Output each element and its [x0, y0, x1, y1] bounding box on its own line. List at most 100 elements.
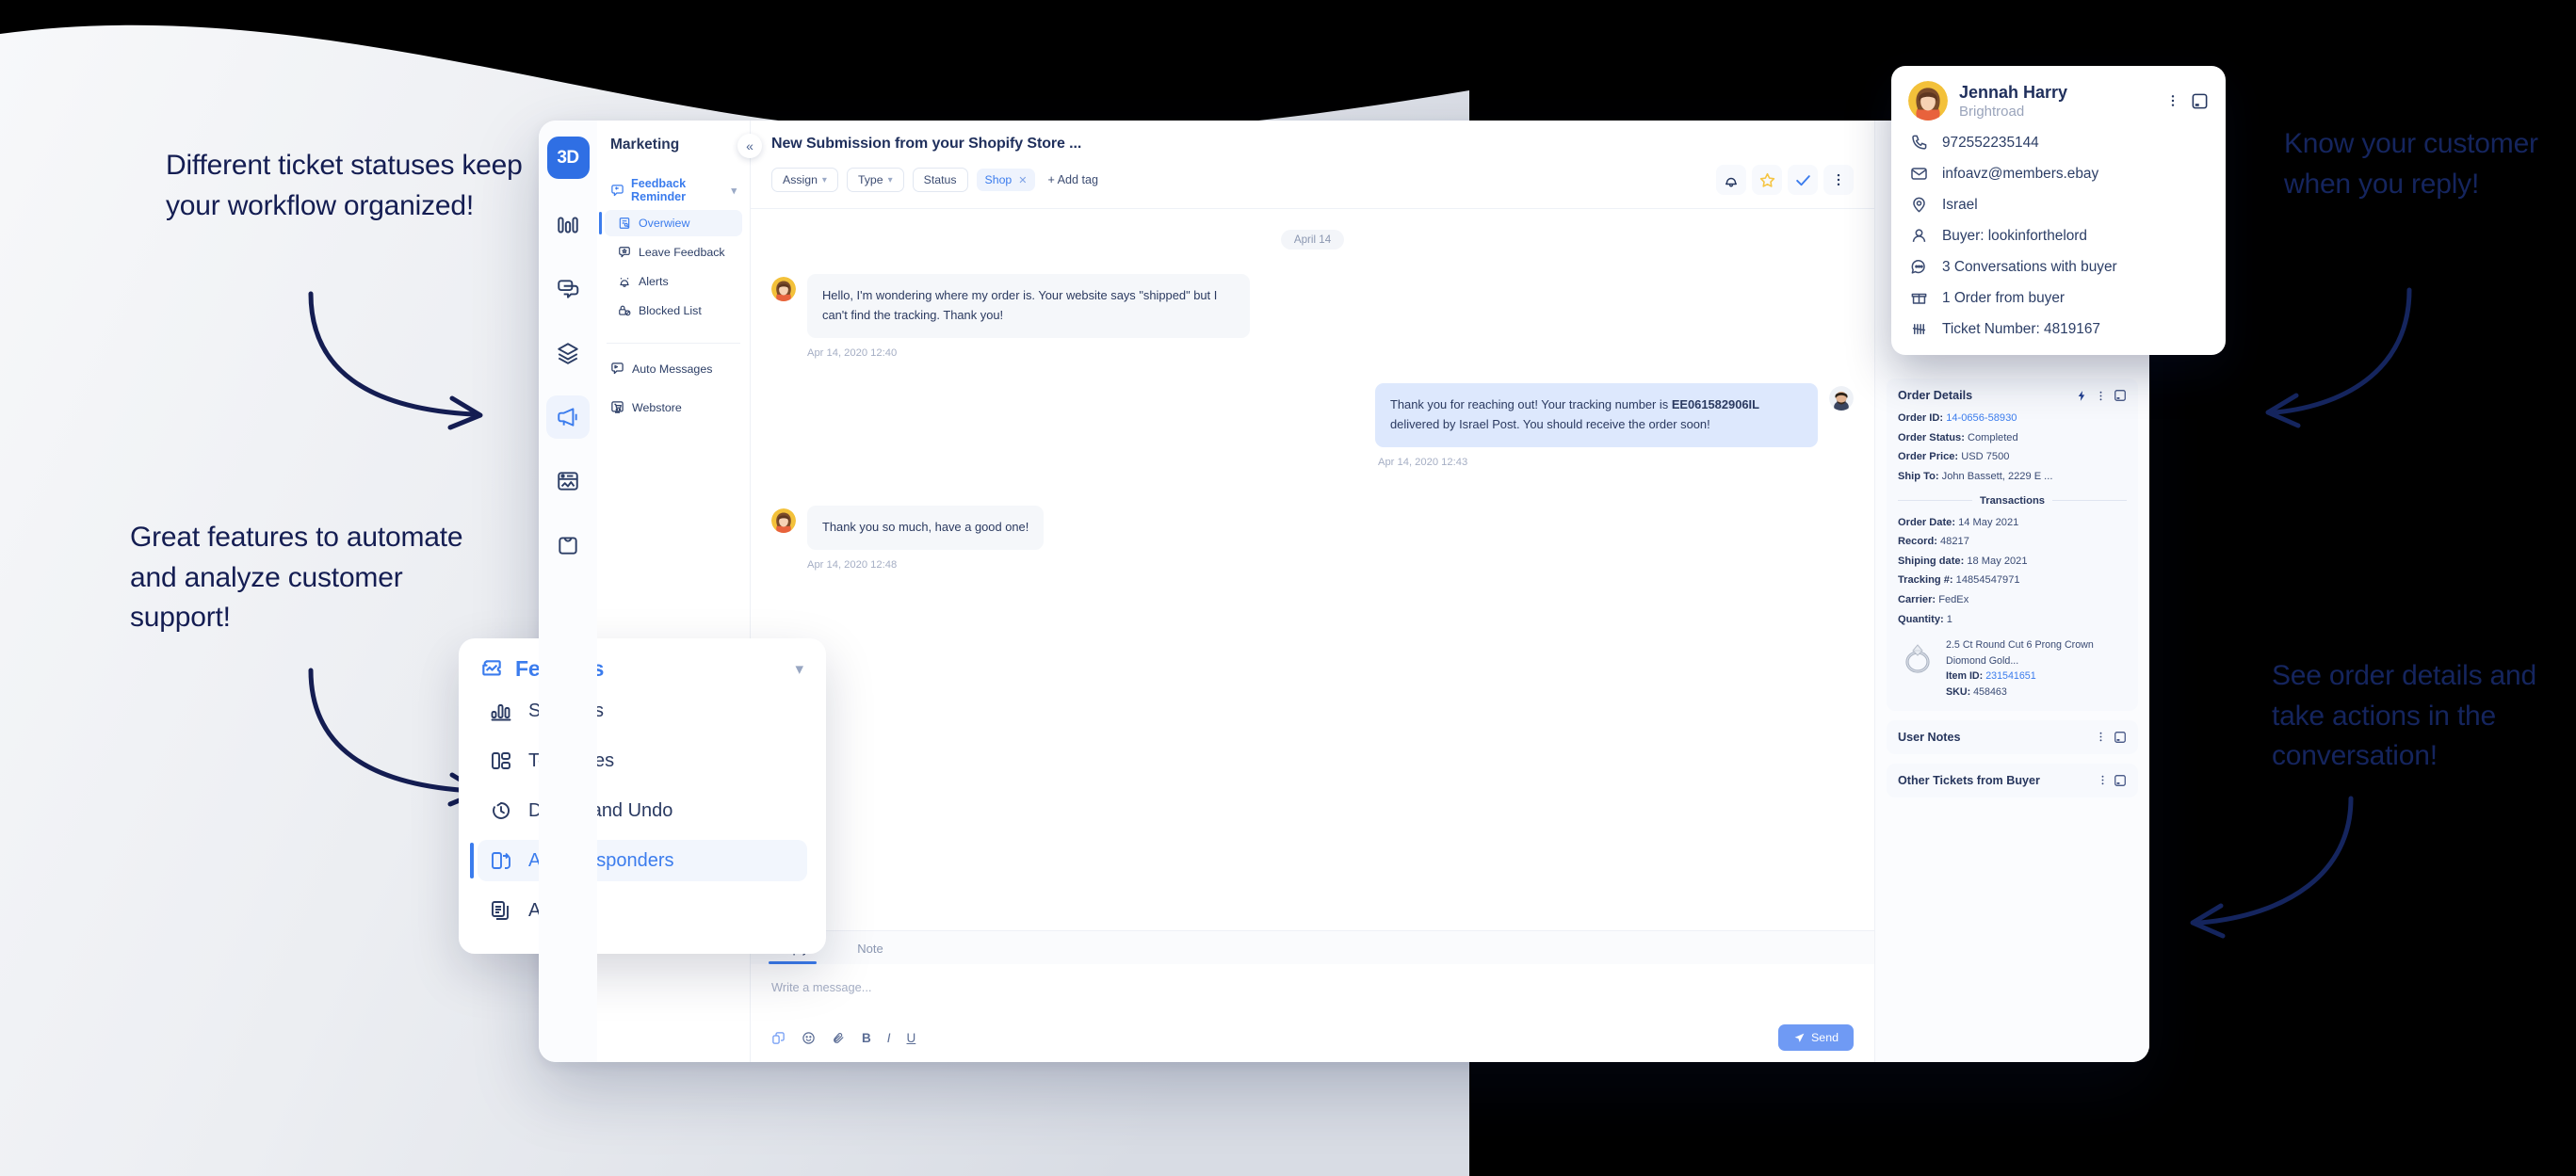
- type-dropdown[interactable]: Type ▾: [846, 168, 904, 192]
- chat-bubbles-icon[interactable]: [546, 267, 590, 311]
- collapse-sidebar-button[interactable]: «: [737, 134, 762, 158]
- sidebar-group-header[interactable]: Feedback Reminder ▾: [605, 173, 742, 207]
- features-item-templates[interactable]: Templates: [478, 740, 807, 781]
- features-item-statistics[interactable]: Statistics: [478, 690, 807, 732]
- message-bubble-incoming: Hello, I'm wondering where my order is. …: [807, 274, 1250, 338]
- other-tickets-card[interactable]: Other Tickets from Buyer: [1887, 763, 2138, 797]
- message-bubble-outgoing: Thank you for reaching out! Your trackin…: [1375, 382, 1818, 447]
- expand-icon[interactable]: [2191, 92, 2209, 110]
- expand-icon[interactable]: [2114, 389, 2127, 402]
- more-vertical-icon[interactable]: [2095, 731, 2107, 743]
- contact-phone: 972552235144: [1942, 134, 2039, 151]
- attachment-icon[interactable]: [832, 1031, 846, 1045]
- image-card-icon[interactable]: [546, 459, 590, 503]
- other-tickets-title: Other Tickets from Buyer: [1898, 773, 2040, 787]
- contact-name: Jennah Harry: [1959, 82, 2068, 102]
- send-button[interactable]: Send: [1778, 1024, 1854, 1051]
- auto-responders-icon: [489, 849, 513, 872]
- underline-icon[interactable]: U: [907, 1031, 916, 1045]
- icon-rail: 3D: [539, 121, 597, 1062]
- contact-row-email: infoavz@members.ebay: [1908, 165, 2209, 183]
- sidebar-group: Feedback Reminder ▾ Overwiew Leave Feedb…: [597, 173, 750, 324]
- annotation-ticket-statuses: Different ticket statuses keep your work…: [166, 150, 523, 221]
- expand-icon[interactable]: [2114, 731, 2127, 744]
- add-tag-button[interactable]: + Add tag: [1044, 169, 1102, 191]
- megaphone-icon[interactable]: [546, 395, 590, 439]
- sidebar-bottom-group: Auto Messages Webstore: [597, 355, 750, 421]
- field-value[interactable]: 14-0656-58930: [1946, 412, 2017, 424]
- day-divider: April 14: [1280, 230, 1345, 250]
- field-label: Order Price:: [1898, 451, 1959, 463]
- status-dropdown[interactable]: Status: [912, 168, 968, 192]
- annotation-order-details: See order details and take actions in th…: [2272, 660, 2536, 772]
- app-logo[interactable]: 3D: [546, 137, 590, 179]
- bar-chart-icon[interactable]: [546, 203, 590, 247]
- message-row: Thank you for reaching out! Your trackin…: [771, 382, 1854, 492]
- sidebar-item-label: Webstore: [632, 400, 682, 414]
- features-item-ai[interactable]: AI: [478, 890, 807, 931]
- message-timestamp: Apr 14, 2020 12:40: [807, 346, 898, 359]
- message-timestamp: Apr 14, 2020 12:48: [807, 558, 898, 571]
- field-label: Order Status:: [1898, 431, 1965, 443]
- overview-icon: [618, 217, 631, 230]
- message-input-placeholder: Write a message...: [771, 980, 872, 994]
- field-value: 14854547971: [1955, 574, 2020, 587]
- reply-tabs: Reply Note: [751, 931, 1874, 964]
- field-value: John Bassett, 2229 E ...: [1941, 470, 2053, 482]
- item-id-value[interactable]: 231541651: [1985, 670, 2036, 682]
- shopping-bag-icon[interactable]: [546, 524, 590, 567]
- bold-icon[interactable]: B: [862, 1031, 871, 1045]
- field-value: Completed: [1967, 431, 2018, 443]
- layers-icon[interactable]: [546, 331, 590, 375]
- sidebar-item-auto-messages[interactable]: Auto Messages: [605, 355, 742, 382]
- assign-dropdown[interactable]: Assign ▾: [771, 168, 838, 192]
- lightning-icon[interactable]: [2076, 390, 2088, 402]
- user-notes-card[interactable]: User Notes: [1887, 719, 2138, 754]
- sidebar-item-webstore[interactable]: Webstore: [605, 394, 742, 421]
- message-text-after: delivered by Israel Post. You should rec…: [1390, 416, 1710, 431]
- check-icon[interactable]: [1788, 165, 1818, 195]
- product-thumbnail: [1898, 637, 1937, 676]
- tag-shop[interactable]: Shop ✕: [976, 169, 1036, 191]
- user-notes-title: User Notes: [1898, 730, 1961, 744]
- star-icon[interactable]: [1752, 165, 1782, 195]
- contact-header: Jennah Harry Brightroad: [1908, 81, 2209, 121]
- more-vertical-icon[interactable]: [1823, 165, 1854, 195]
- close-icon[interactable]: ✕: [1018, 174, 1027, 186]
- emoji-icon[interactable]: [802, 1031, 816, 1045]
- annotation-arrow-1: [308, 291, 483, 430]
- sidebar-group-label: Feedback Reminder: [631, 177, 687, 203]
- bell-icon[interactable]: [1716, 165, 1746, 195]
- puzzle-chart-icon: [479, 657, 504, 682]
- features-header[interactable]: Features ▾: [478, 656, 807, 682]
- reply-body[interactable]: Write a message... B I U Send: [751, 964, 1874, 1062]
- sidebar-item-overview[interactable]: Overwiew: [599, 210, 742, 236]
- chevron-down-icon: ▾: [887, 174, 893, 185]
- contact-row-orders: 1 Order from buyer: [1908, 289, 2209, 307]
- sidebar-item-leave-feedback[interactable]: Leave Feedback: [605, 239, 742, 266]
- chevron-down-icon[interactable]: ▾: [795, 660, 803, 679]
- tab-note[interactable]: Note: [851, 931, 888, 964]
- link-icon[interactable]: [771, 1031, 786, 1045]
- status-label: Status: [923, 173, 957, 186]
- feedback-icon: [610, 184, 624, 198]
- features-item-auto-responders[interactable]: Auto Responders: [470, 840, 807, 881]
- reply-composer: Reply Note Write a message...: [751, 930, 1874, 1062]
- chat-dots-icon: [1908, 258, 1929, 276]
- product-name: 2.5 Ct Round Cut 6 Prong Crown Diomond G…: [1946, 639, 2094, 667]
- tag-label: Shop: [984, 173, 1013, 186]
- italic-icon[interactable]: I: [887, 1031, 891, 1045]
- avatar: [1908, 81, 1948, 121]
- item-id-label: Item ID:: [1946, 670, 1984, 683]
- sidebar-item-label: Leave Feedback: [639, 246, 725, 259]
- expand-icon[interactable]: [2114, 774, 2127, 787]
- sidebar-item-blocked-list[interactable]: Blocked List: [605, 298, 742, 324]
- sidebar-item-alerts[interactable]: Alerts: [605, 268, 742, 295]
- message-bubble-incoming: Thank you so much, have a good one!: [807, 505, 1045, 550]
- statistics-icon: [489, 700, 513, 722]
- more-vertical-icon[interactable]: [2095, 390, 2107, 402]
- more-vertical-icon[interactable]: [2165, 93, 2180, 108]
- more-vertical-icon[interactable]: [2097, 774, 2109, 786]
- conversation-actions: [1716, 165, 1854, 195]
- features-item-delays-undo[interactable]: Delays and Undo: [478, 790, 807, 831]
